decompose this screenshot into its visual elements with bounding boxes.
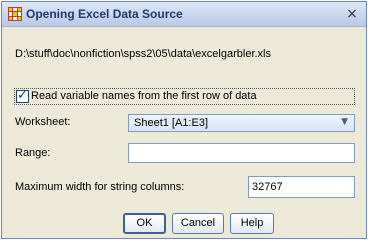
worksheet-select[interactable]: Sheet1 [A1:E3] ▼ bbox=[128, 114, 355, 132]
title-bar: Opening Excel Data Source × bbox=[2, 2, 366, 27]
close-icon[interactable]: × bbox=[344, 6, 360, 22]
spss-app-icon bbox=[8, 7, 22, 21]
dialog-title: Opening Excel Data Source bbox=[26, 7, 183, 21]
read-names-option[interactable]: ✓ Read variable names from the first row… bbox=[14, 88, 355, 105]
file-path: D:\stuff\doc\nonfiction\spss2\05\data\ex… bbox=[15, 48, 271, 60]
ok-button[interactable]: OK bbox=[123, 213, 166, 234]
chevron-down-icon[interactable]: ▼ bbox=[341, 117, 348, 127]
cancel-button[interactable]: Cancel bbox=[172, 213, 224, 234]
excel-source-dialog: Opening Excel Data Source × D:\stuff\doc… bbox=[1, 1, 367, 239]
read-names-label: Read variable names from the first row o… bbox=[31, 90, 257, 102]
max-width-input[interactable] bbox=[248, 176, 355, 198]
max-width-label: Maximum width for string columns: bbox=[15, 181, 185, 193]
worksheet-value: Sheet1 [A1:E3] bbox=[134, 117, 208, 129]
help-button[interactable]: Help bbox=[230, 213, 274, 234]
range-label: Range: bbox=[15, 147, 51, 159]
range-input[interactable] bbox=[128, 143, 355, 163]
read-names-checkbox[interactable]: ✓ bbox=[16, 88, 29, 103]
check-icon: ✓ bbox=[17, 88, 28, 103]
worksheet-label: Worksheet: bbox=[15, 116, 71, 128]
